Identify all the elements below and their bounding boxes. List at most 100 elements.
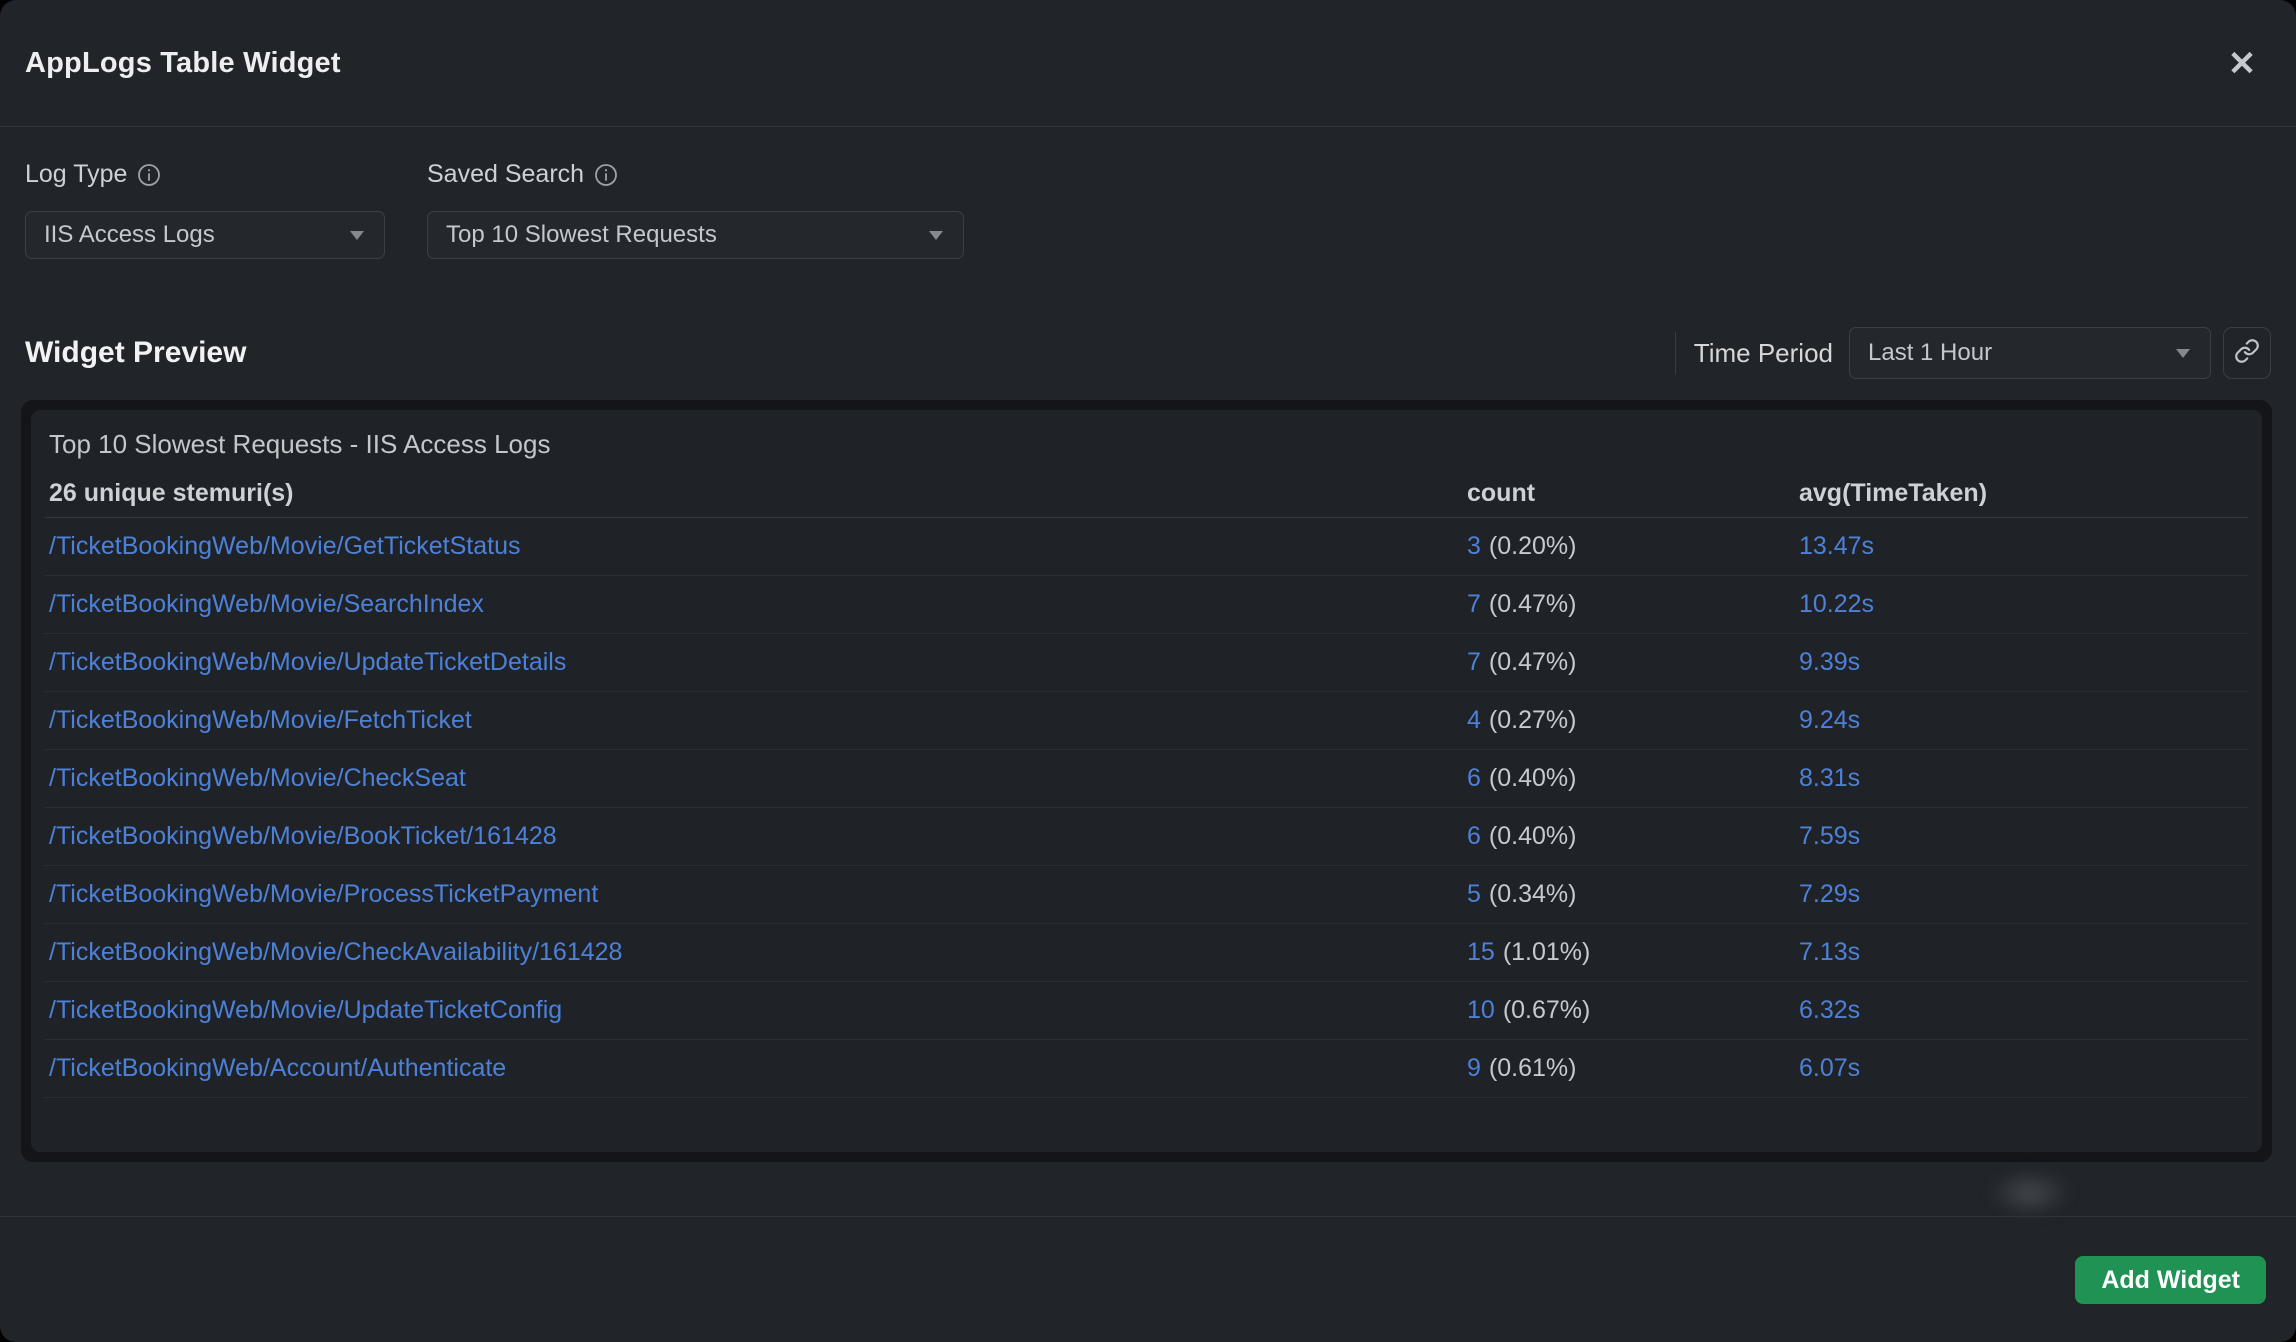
count-cell: 7 (0.47%) (1467, 648, 1799, 677)
stemuri-link[interactable]: /TicketBookingWeb/Movie/SearchIndex (49, 590, 1467, 619)
time-period-value: Last 1 Hour (1868, 339, 1992, 367)
column-header-avg: avg(TimeTaken) (1799, 479, 2244, 508)
saved-search-field: Saved Search Top 10 Slowest Requests (427, 160, 964, 259)
log-type-field: Log Type IIS Access Logs (25, 160, 385, 259)
avg-timetaken-value[interactable]: 9.39s (1799, 648, 2244, 677)
count-percent: (0.47%) (1489, 648, 1577, 677)
count-percent: (0.47%) (1489, 590, 1577, 619)
time-period-group: Time Period Last 1 Hour (1675, 327, 2271, 379)
widget-preview-panel: Top 10 Slowest Requests - IIS Access Log… (21, 400, 2272, 1162)
count-value[interactable]: 9 (1467, 1054, 1481, 1083)
vertical-divider (1675, 332, 1676, 374)
count-value[interactable]: 4 (1467, 706, 1481, 735)
count-percent: (0.67%) (1503, 996, 1591, 1025)
avg-timetaken-value[interactable]: 7.59s (1799, 822, 2244, 851)
count-percent: (0.61%) (1489, 1054, 1577, 1083)
preview-bar: Widget Preview Time Period Last 1 Hour (25, 318, 2271, 388)
column-header-stemuri: 26 unique stemuri(s) (49, 479, 1467, 508)
count-cell: 6 (0.40%) (1467, 764, 1799, 793)
table-header-row: 26 unique stemuri(s) count avg(TimeTaken… (45, 470, 2248, 518)
table-body: /TicketBookingWeb/Movie/GetTicketStatus3… (45, 518, 2248, 1098)
stemuri-link[interactable]: /TicketBookingWeb/Movie/UpdateTicketConf… (49, 996, 1467, 1025)
avg-timetaken-value[interactable]: 8.31s (1799, 764, 2244, 793)
table-row: /TicketBookingWeb/Movie/UpdateTicketConf… (45, 982, 2248, 1040)
column-header-count: count (1467, 479, 1799, 508)
copy-link-button[interactable] (2223, 327, 2271, 379)
count-value[interactable]: 10 (1467, 996, 1495, 1025)
table-row: /TicketBookingWeb/Movie/BookTicket/16142… (45, 808, 2248, 866)
chevron-down-icon (2174, 347, 2192, 359)
avg-timetaken-value[interactable]: 7.13s (1799, 938, 2244, 967)
count-percent: (0.27%) (1489, 706, 1577, 735)
count-percent: (0.40%) (1489, 764, 1577, 793)
stemuri-link[interactable]: /TicketBookingWeb/Account/Authenticate (49, 1054, 1467, 1083)
count-percent: (0.40%) (1489, 822, 1577, 851)
stemuri-link[interactable]: /TicketBookingWeb/Movie/GetTicketStatus (49, 532, 1467, 561)
count-value[interactable]: 15 (1467, 938, 1495, 967)
count-value[interactable]: 6 (1467, 822, 1481, 851)
count-percent: (0.34%) (1489, 880, 1577, 909)
count-value[interactable]: 3 (1467, 532, 1481, 561)
blurred-smudge (1988, 1168, 2072, 1218)
table-row: /TicketBookingWeb/Account/Authenticate9 (… (45, 1040, 2248, 1098)
saved-search-label: Saved Search (427, 160, 584, 189)
table-row: /TicketBookingWeb/Movie/ProcessTicketPay… (45, 866, 2248, 924)
time-period-label: Time Period (1694, 338, 1833, 369)
log-type-select[interactable]: IIS Access Logs (25, 211, 385, 259)
count-percent: (0.20%) (1489, 532, 1577, 561)
modal-footer: Add Widget (0, 1216, 2296, 1342)
modal-title: AppLogs Table Widget (25, 47, 341, 80)
log-type-label: Log Type (25, 160, 127, 189)
avg-timetaken-value[interactable]: 6.07s (1799, 1054, 2244, 1083)
avg-timetaken-value[interactable]: 13.47s (1799, 532, 2244, 561)
stemuri-link[interactable]: /TicketBookingWeb/Movie/UpdateTicketDeta… (49, 648, 1467, 677)
table-title: Top 10 Slowest Requests - IIS Access Log… (45, 410, 2248, 470)
table-row: /TicketBookingWeb/Movie/SearchIndex7 (0.4… (45, 576, 2248, 634)
link-icon (2234, 338, 2260, 369)
table-row: /TicketBookingWeb/Movie/CheckAvailabilit… (45, 924, 2248, 982)
log-type-label-row: Log Type (25, 160, 385, 189)
saved-search-select[interactable]: Top 10 Slowest Requests (427, 211, 964, 259)
count-value[interactable]: 6 (1467, 764, 1481, 793)
chevron-down-icon (927, 229, 945, 241)
avg-timetaken-value[interactable]: 6.32s (1799, 996, 2244, 1025)
stemuri-link[interactable]: /TicketBookingWeb/Movie/ProcessTicketPay… (49, 880, 1467, 909)
count-cell: 9 (0.61%) (1467, 1054, 1799, 1083)
widget-preview-heading: Widget Preview (25, 336, 246, 370)
count-cell: 5 (0.34%) (1467, 880, 1799, 909)
count-value[interactable]: 7 (1467, 648, 1481, 677)
chevron-down-icon (348, 229, 366, 241)
count-value[interactable]: 7 (1467, 590, 1481, 619)
count-cell: 3 (0.20%) (1467, 532, 1799, 561)
stemuri-link[interactable]: /TicketBookingWeb/Movie/BookTicket/16142… (49, 822, 1467, 851)
controls-row: Log Type IIS Access Logs Saved Search (25, 160, 964, 259)
count-cell: 15 (1.01%) (1467, 938, 1799, 967)
count-cell: 10 (0.67%) (1467, 996, 1799, 1025)
stemuri-link[interactable]: /TicketBookingWeb/Movie/CheckAvailabilit… (49, 938, 1467, 967)
info-icon[interactable] (137, 163, 161, 187)
table-row: /TicketBookingWeb/Movie/CheckSeat6 (0.40%… (45, 750, 2248, 808)
time-period-select[interactable]: Last 1 Hour (1849, 327, 2211, 379)
add-widget-button[interactable]: Add Widget (2075, 1256, 2266, 1304)
table-row: /TicketBookingWeb/Movie/GetTicketStatus3… (45, 518, 2248, 576)
modal-header: AppLogs Table Widget ✕ (0, 0, 2296, 127)
table-row: /TicketBookingWeb/Movie/FetchTicket4 (0.2… (45, 692, 2248, 750)
saved-search-label-row: Saved Search (427, 160, 964, 189)
stemuri-link[interactable]: /TicketBookingWeb/Movie/CheckSeat (49, 764, 1467, 793)
saved-search-value: Top 10 Slowest Requests (446, 221, 717, 249)
stemuri-link[interactable]: /TicketBookingWeb/Movie/FetchTicket (49, 706, 1467, 735)
count-percent: (1.01%) (1503, 938, 1591, 967)
table-row: /TicketBookingWeb/Movie/UpdateTicketDeta… (45, 634, 2248, 692)
count-cell: 6 (0.40%) (1467, 822, 1799, 851)
avg-timetaken-value[interactable]: 10.22s (1799, 590, 2244, 619)
close-icon[interactable]: ✕ (2216, 38, 2268, 90)
avg-timetaken-value[interactable]: 9.24s (1799, 706, 2244, 735)
info-icon[interactable] (594, 163, 618, 187)
count-cell: 7 (0.47%) (1467, 590, 1799, 619)
avg-timetaken-value[interactable]: 7.29s (1799, 880, 2244, 909)
log-type-value: IIS Access Logs (44, 221, 215, 249)
count-cell: 4 (0.27%) (1467, 706, 1799, 735)
applogs-widget-modal: AppLogs Table Widget ✕ Log Type IIS Acce… (0, 0, 2296, 1342)
count-value[interactable]: 5 (1467, 880, 1481, 909)
table-widget-card: Top 10 Slowest Requests - IIS Access Log… (31, 410, 2262, 1152)
